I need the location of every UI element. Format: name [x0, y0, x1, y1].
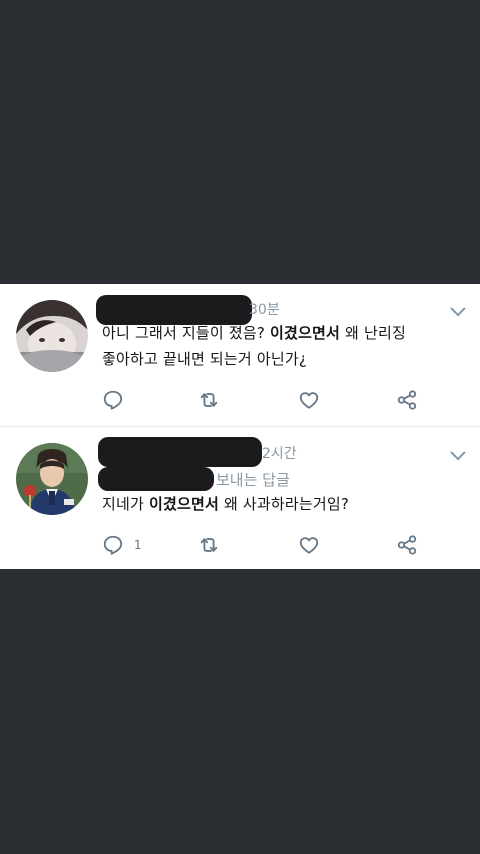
redacted-name — [98, 437, 262, 467]
reply-button[interactable]: 1 — [102, 533, 142, 557]
avatar[interactable] — [16, 300, 88, 372]
reply-icon — [103, 390, 123, 410]
share-icon — [397, 390, 417, 410]
retweet-button[interactable] — [198, 533, 220, 557]
share-button[interactable] — [396, 533, 418, 557]
tweet-actions: 1 — [102, 533, 422, 557]
timestamp: 30분 — [249, 302, 280, 318]
tweet[interactable]: 2시간 보내는 답글 지네가 이겼으면서 왜 사과하라는거임? 1 — [0, 427, 480, 569]
tweet-text: 아니 그래서 지들이 졌음? 이겼으면서 왜 난리징 좋아하고 끝내면 되는거 … — [102, 324, 406, 368]
chevron-down-icon[interactable] — [450, 451, 466, 461]
chevron-down-icon[interactable] — [450, 307, 466, 317]
like-button[interactable] — [298, 388, 320, 412]
like-button[interactable] — [298, 533, 320, 557]
tweet-list: 30분 아니 그래서 지들이 졌음? 이겼으면서 왜 난리징 좋아하고 끝내면 … — [0, 284, 480, 569]
share-button[interactable] — [396, 388, 418, 412]
tweet-actions — [102, 388, 422, 412]
avatar[interactable] — [16, 443, 88, 515]
retweet-icon — [200, 538, 218, 552]
like-icon — [299, 392, 319, 409]
reply-button[interactable] — [102, 388, 124, 412]
reply-icon — [103, 535, 123, 555]
retweet-icon — [200, 393, 218, 407]
timestamp: 2시간 — [262, 446, 297, 462]
tweet-text: 지네가 이겼으면서 왜 사과하라는거임? — [102, 495, 350, 513]
reply-count: 1 — [134, 538, 142, 552]
like-icon — [299, 537, 319, 554]
redacted-reply-target — [98, 467, 214, 491]
retweet-button[interactable] — [198, 388, 220, 412]
reply-context: 보내는 답글 — [216, 471, 290, 489]
share-icon — [397, 535, 417, 555]
tweet[interactable]: 30분 아니 그래서 지들이 졌음? 이겼으면서 왜 난리징 좋아하고 끝내면 … — [0, 284, 480, 427]
